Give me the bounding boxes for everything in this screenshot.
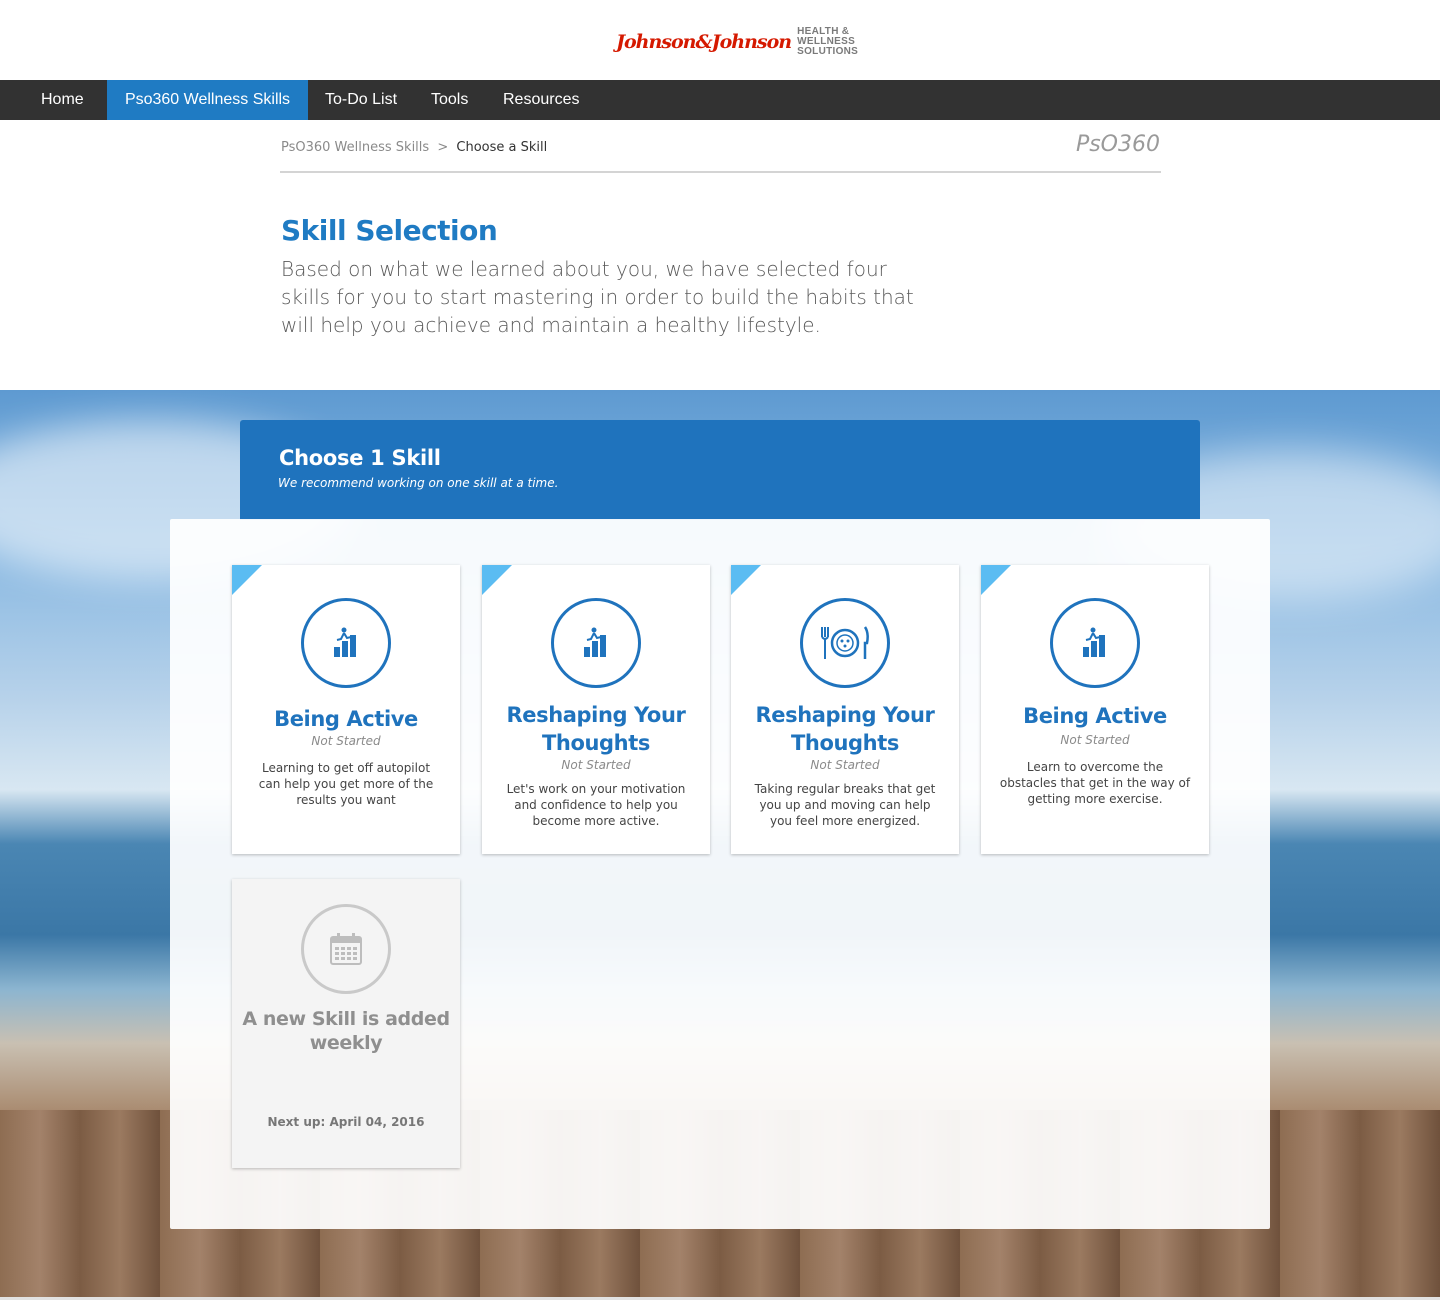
calendar-icon <box>301 904 391 994</box>
page-intro-text: Based on what we learned about you, we h… <box>281 257 914 337</box>
stairs-climber-icon <box>301 598 391 688</box>
stairs-climber-icon <box>551 598 641 688</box>
skill-card-being-active[interactable]: Being Active Not Started Learning to get… <box>232 565 460 854</box>
skill-description: Taking regular breaks that get you up an… <box>754 782 936 828</box>
main-nav: Home Pso360 Wellness Skills To-Do List T… <box>0 80 1440 120</box>
card-corner-accent <box>482 565 512 595</box>
choose-skill-header: Choose 1 Skill We recommend working on o… <box>240 420 1200 520</box>
skill-status: Not Started <box>1060 733 1130 747</box>
skill-status: Not Started <box>810 758 880 772</box>
nav-item-todo-list[interactable]: To-Do List <box>325 80 397 120</box>
skill-title: Being Active <box>1023 704 1167 728</box>
nav-item-resources[interactable]: Resources <box>503 80 579 120</box>
jnj-logo[interactable]: Johnson&Johnson HEALTH & WELLNESS SOLUTI… <box>616 24 858 60</box>
breadcrumb-current: Choose a Skill <box>456 140 548 155</box>
skill-status: Not Started <box>561 758 631 772</box>
skill-title: Reshaping Your Thoughts <box>755 703 935 755</box>
skill-description: Let's work on your motivation and confid… <box>506 782 686 828</box>
skill-card-being-active-obstacles[interactable]: Being Active Not Started Learn to overco… <box>981 565 1209 854</box>
card-corner-accent <box>731 565 761 595</box>
skill-status: Not Started <box>311 734 381 748</box>
skill-card-reshaping-thoughts-breaks[interactable]: Reshaping Your Thoughts Not Started Taki… <box>731 565 959 854</box>
pso360-brand-mark: PsO360 <box>1075 132 1160 157</box>
card-corner-accent <box>232 565 262 595</box>
logo-script: Johnson&Johnson <box>616 31 792 53</box>
skill-description: Learn to overcome the obstacles that get… <box>999 760 1191 806</box>
upcoming-skill-title: A new Skill is added weekly <box>242 1008 450 1054</box>
skill-title: Reshaping Your Thoughts <box>506 703 686 755</box>
choose-skill-subtitle: We recommend working on one skill at a t… <box>278 476 559 490</box>
breadcrumb: PsO360 Wellness Skills > Choose a Skill <box>281 140 547 155</box>
choose-skill-title: Choose 1 Skill <box>279 446 441 470</box>
skill-title: Being Active <box>274 707 418 731</box>
stairs-climber-icon <box>1050 598 1140 688</box>
upcoming-skill-card: A new Skill is added weekly Next up: Apr… <box>232 879 460 1168</box>
upcoming-skill-date: Next up: April 04, 2016 <box>267 1115 425 1129</box>
nav-item-tools[interactable]: Tools <box>431 80 468 120</box>
page-title: Skill Selection <box>281 214 498 247</box>
nav-item-home[interactable]: Home <box>41 80 84 120</box>
skill-card-reshaping-thoughts[interactable]: Reshaping Your Thoughts Not Started Let'… <box>482 565 710 854</box>
header: Johnson&Johnson HEALTH & WELLNESS SOLUTI… <box>0 0 1440 80</box>
breadcrumb-divider <box>280 171 1161 173</box>
breadcrumb-parent-link[interactable]: PsO360 Wellness Skills <box>281 140 429 155</box>
nav-item-wellness-skills[interactable]: Pso360 Wellness Skills <box>107 80 308 120</box>
breadcrumb-separator: > <box>437 140 449 155</box>
card-corner-accent <box>981 565 1011 595</box>
plate-utensils-icon <box>800 598 890 688</box>
skill-description: Learning to get off autopilot can help y… <box>258 761 434 807</box>
logo-subtitle: HEALTH & WELLNESS SOLUTIONS <box>797 26 859 57</box>
